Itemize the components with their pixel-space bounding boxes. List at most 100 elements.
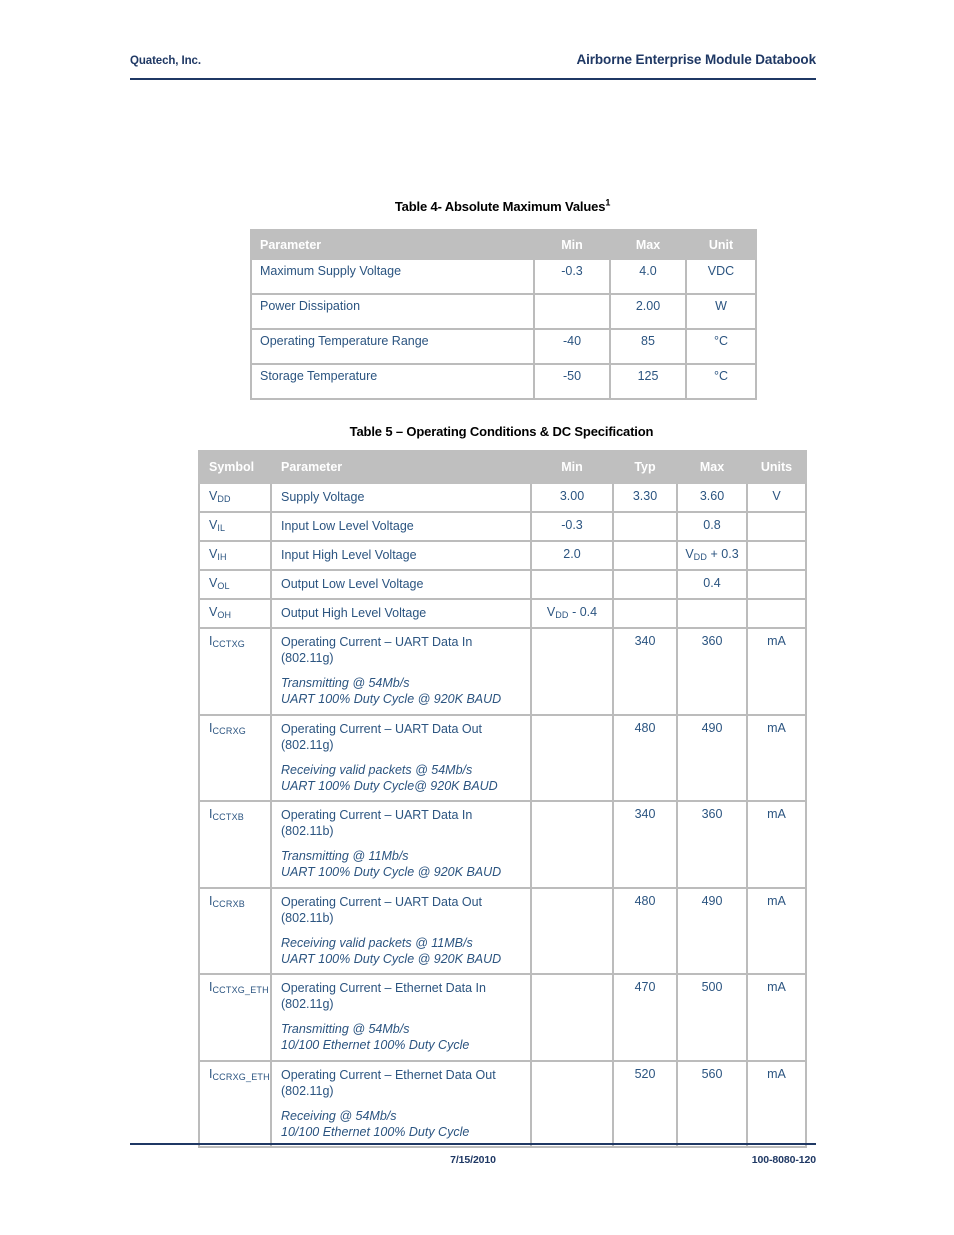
condition-line: 10/100 Ethernet 100% Duty Cycle: [281, 1038, 470, 1053]
table5-r7-max: 360: [676, 800, 748, 889]
document-page: Quatech, Inc. Airborne Enterprise Module…: [0, 0, 954, 1235]
table5-r7-min: [530, 800, 614, 889]
table4-r2-max: 85: [609, 328, 687, 365]
table5-r9-min: [530, 973, 614, 1062]
parameter-conditions: Transmitting @ 11Mb/s UART 100% Duty Cyc…: [281, 848, 524, 881]
table-row: ICCTXB Operating Current – UART Data In …: [198, 800, 807, 889]
table5-body: VDD Supply Voltage 3.00 3.30 3.60 V VIL …: [198, 482, 807, 1148]
table5-r10-symbol: ICCRXG_ETH: [198, 1059, 272, 1148]
table4-col-min: Min: [533, 229, 611, 260]
table5-r6-max: 490: [676, 713, 748, 802]
condition-line: Transmitting @ 54Mb/s: [281, 1022, 410, 1036]
value-tail: - 0.4: [568, 605, 598, 619]
table4-r3-min: -50: [533, 363, 611, 400]
value-tail: + 0.3: [707, 547, 739, 561]
symbol-subscript: OL: [217, 581, 230, 591]
parameter-text: Operating Current – Ethernet Data Out (8…: [281, 1067, 496, 1098]
table5-r5-min: [530, 627, 614, 716]
table5-r4-parameter: Output High Level Voltage: [270, 598, 532, 629]
header-divider: [130, 78, 816, 80]
table-row: Power Dissipation 2.00 W: [250, 293, 757, 330]
table-row: ICCTXG Operating Current – UART Data In …: [198, 627, 807, 716]
table4-r1-max: 2.00: [609, 293, 687, 330]
symbol-subscript: CCTXB: [212, 812, 244, 822]
table5-r2-min: 2.0: [530, 540, 614, 571]
parameter-text: Operating Current – UART Data In (802.11…: [281, 635, 473, 665]
table5-r5-parameter: Operating Current – UART Data In (802.11…: [270, 627, 532, 716]
table5-r9-symbol: ICCTXG_ETH: [198, 973, 272, 1062]
table4-r3-parameter: Storage Temperature: [250, 363, 535, 400]
table5-r4-max: [676, 598, 748, 629]
parameter-text: Supply Voltage: [281, 490, 365, 504]
table4-header-row: Parameter Min Max Unit: [250, 229, 757, 260]
table5-r9-units: mA: [746, 973, 807, 1062]
symbol-subscript: IH: [217, 552, 227, 562]
table-row: VDD Supply Voltage 3.00 3.30 3.60 V: [198, 482, 807, 513]
table-row: VOH Output High Level Voltage VDD - 0.4: [198, 598, 807, 629]
table5-col-max: Max: [676, 450, 748, 484]
table-row: VIL Input Low Level Voltage -0.3 0.8: [198, 511, 807, 542]
table5-r2-typ: [612, 540, 678, 571]
table5-r8-symbol: ICCRXB: [198, 886, 272, 975]
table5-r8-max: 490: [676, 886, 748, 975]
table5-r10-typ: 520: [612, 1059, 678, 1148]
footer-divider: [130, 1143, 816, 1145]
table4-r3-max: 125: [609, 363, 687, 400]
table4-r2-parameter: Operating Temperature Range: [250, 328, 535, 365]
table5-r6-typ: 480: [612, 713, 678, 802]
footer-date: 7/15/2010: [450, 1154, 496, 1166]
symbol-subscript: OH: [217, 610, 232, 620]
table5-r7-typ: 340: [612, 800, 678, 889]
table5-r8-min: [530, 886, 614, 975]
table5-r1-symbol: VIL: [198, 511, 272, 542]
header-document-title: Airborne Enterprise Module Databook: [576, 52, 816, 67]
page-header: Quatech, Inc. Airborne Enterprise Module…: [130, 52, 816, 67]
table5-r7-parameter: Operating Current – UART Data In (802.11…: [270, 800, 532, 889]
table5-r7-units: mA: [746, 800, 807, 889]
condition-line: 10/100 Ethernet 100% Duty Cycle: [281, 1124, 470, 1139]
table5-r8-typ: 480: [612, 886, 678, 975]
parameter-conditions: Receiving @ 54Mb/s 10/100 Ethernet 100% …: [281, 1108, 524, 1141]
table5-col-symbol: Symbol: [198, 450, 272, 484]
parameter-text: Operating Current – UART Data In (802.11…: [281, 808, 473, 838]
condition-line: Receiving valid packets @ 54Mb/s: [281, 762, 473, 777]
table5-r1-min: -0.3: [530, 511, 614, 542]
condition-line: Receiving @ 54Mb/s: [281, 1108, 397, 1123]
table5-r2-units: [746, 540, 807, 571]
table-row: ICCRXG Operating Current – UART Data Out…: [198, 713, 807, 802]
parameter-text: Input Low Level Voltage: [281, 519, 414, 533]
table5-r3-units: [746, 569, 807, 600]
table5-r4-symbol: VOH: [198, 598, 272, 629]
table5-col-parameter: Parameter: [270, 450, 532, 484]
table5-r9-max: 500: [676, 973, 748, 1062]
table4-r3-unit: °C: [685, 363, 757, 400]
symbol-subscript: CCTXG: [212, 639, 245, 649]
table5-r3-min: [530, 569, 614, 600]
table4-r1-parameter: Power Dissipation: [250, 293, 535, 330]
table4-r2-unit: °C: [685, 328, 757, 365]
table-row: VOL Output Low Level Voltage 0.4: [198, 569, 807, 600]
table-row: ICCRXG_ETH Operating Current – Ethernet …: [198, 1059, 807, 1148]
condition-line: UART 100% Duty Cycle @ 920K BAUD: [281, 951, 502, 966]
parameter-text: Operating Current – Ethernet Data In (80…: [281, 981, 486, 1011]
parameter-text: Input High Level Voltage: [281, 548, 417, 562]
table5-r8-units: mA: [746, 886, 807, 975]
table5-r1-parameter: Input Low Level Voltage: [270, 511, 532, 542]
table4-r0-min: -0.3: [533, 258, 611, 295]
table5-r1-typ: [612, 511, 678, 542]
table5-r7-symbol: ICCTXB: [198, 800, 272, 889]
table5-r6-min: [530, 713, 614, 802]
parameter-text: Operating Current – UART Data Out (802.1…: [281, 721, 483, 752]
table4-header: Parameter Min Max Unit: [250, 229, 757, 260]
table4-col-max: Max: [609, 229, 687, 260]
table-row: Maximum Supply Voltage -0.3 4.0 VDC: [250, 258, 757, 295]
table4-body: Maximum Supply Voltage -0.3 4.0 VDC Powe…: [250, 258, 757, 400]
table5-r3-parameter: Output Low Level Voltage: [270, 569, 532, 600]
table5-r4-units: [746, 598, 807, 629]
table4-r0-max: 4.0: [609, 258, 687, 295]
table5-col-units: Units: [746, 450, 807, 484]
table5-header: Symbol Parameter Min Typ Max Units: [198, 450, 807, 484]
symbol-subscript: IL: [217, 523, 226, 533]
table5-r3-typ: [612, 569, 678, 600]
table4-r0-unit: VDC: [685, 258, 757, 295]
